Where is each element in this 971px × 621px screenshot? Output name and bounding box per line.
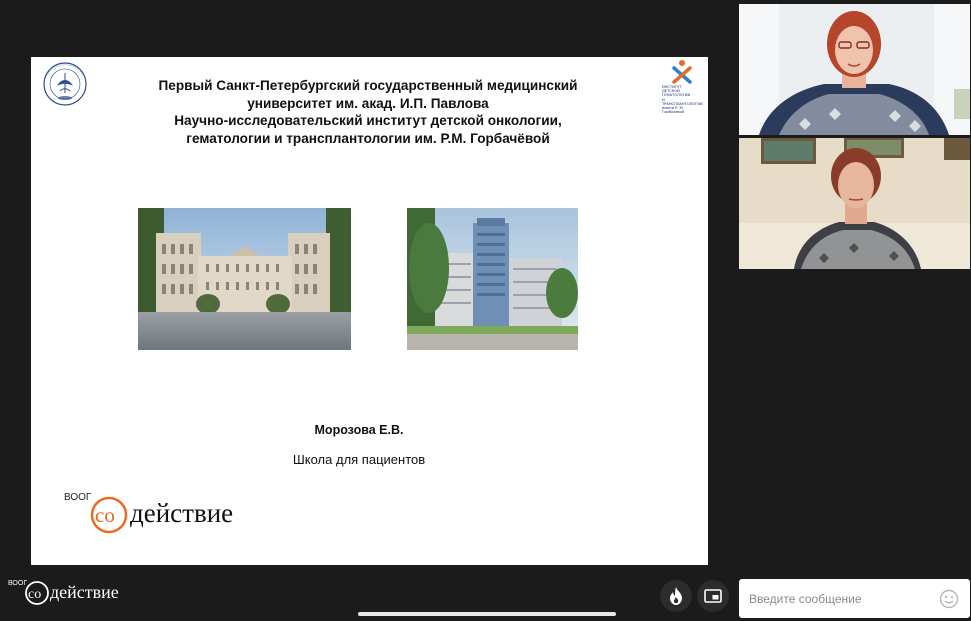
caption-line: имени Р. М. Горбачёвой xyxy=(662,106,685,115)
caption-line: И ТРАНСПЛАНТОЛОГИИ xyxy=(662,97,703,106)
title-line: университет им. акад. И.П. Павлова xyxy=(247,95,489,111)
institute-building-photo xyxy=(407,208,578,350)
smiley-icon[interactable] xyxy=(939,589,959,609)
title-line: гематологии и трансплантологии им. Р.М. … xyxy=(186,130,550,146)
sponsor-name: действие xyxy=(130,498,233,528)
institute-logo-caption: ИНСТИТУТ ДЕТСКОЙ ГЕМАТОЛОГИИ И ТРАНСПЛАН… xyxy=(662,85,706,114)
title-line: Научно-исследовательский институт детско… xyxy=(174,113,562,128)
author-name: Морозова Е.В. xyxy=(31,423,708,437)
university-seal-logo xyxy=(37,61,93,107)
webinar-window: Первый Санкт-Петербургский государственн… xyxy=(0,0,971,621)
slide-progress-bar[interactable] xyxy=(358,612,616,616)
sponsor-prefix: ВООГ xyxy=(64,492,92,503)
caption-line: ДЕТСКОЙ ГЕМАТОЛОГИИ xyxy=(662,89,691,98)
school-text: Школа для пациентов xyxy=(292,452,426,467)
brand-name: действие xyxy=(50,582,119,602)
author-text: Морозова Е.В. xyxy=(314,423,404,437)
sponsor-co: со xyxy=(95,503,115,527)
brand-co: со xyxy=(28,587,41,602)
chat-message-box xyxy=(739,579,970,618)
reaction-button[interactable] xyxy=(660,580,692,612)
institute-logo: ИНСТИТУТ ДЕТСКОЙ ГЕМАТОЛОГИИ И ТРАНСПЛАН… xyxy=(659,59,705,114)
fire-icon xyxy=(670,587,682,605)
university-building-photo xyxy=(138,208,351,350)
presentation-slide: Первый Санкт-Петербургский государственн… xyxy=(31,57,708,565)
title-line: Первый Санкт-Петербургский государственн… xyxy=(158,78,578,93)
picture-in-picture-button[interactable] xyxy=(697,580,729,612)
chat-message-input[interactable] xyxy=(739,579,934,618)
sodeystvie-logo: ВООГ со действие xyxy=(64,489,274,539)
brand-prefix: ВООГ xyxy=(8,580,27,587)
event-subtitle: Школа для пациентов xyxy=(31,452,708,467)
participant-video-2[interactable] xyxy=(739,138,970,269)
brand-logo: ВООГ со действие xyxy=(8,577,148,609)
slide-title: Первый Санкт-Петербургский государственн… xyxy=(123,77,613,147)
picture-in-picture-icon xyxy=(704,589,722,603)
participant-video-1[interactable] xyxy=(739,4,970,135)
